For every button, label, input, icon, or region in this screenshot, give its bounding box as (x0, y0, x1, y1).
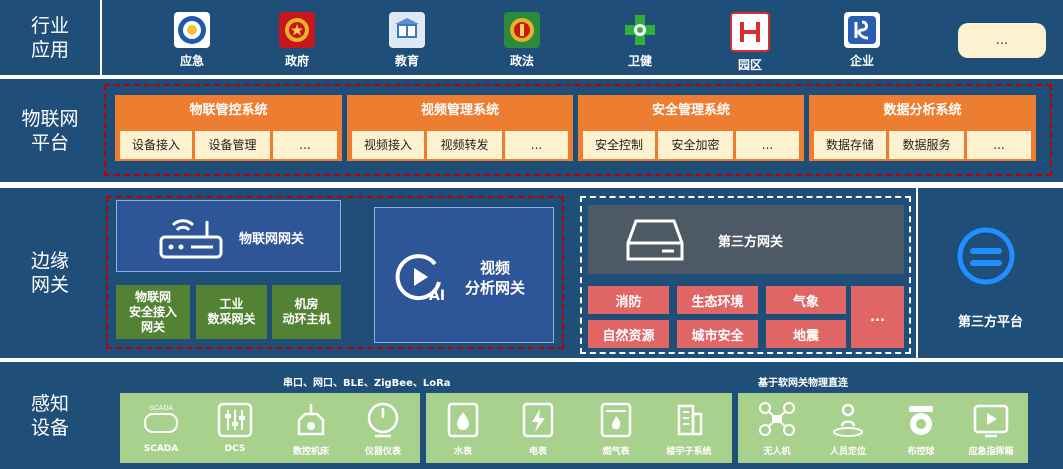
third-item-weather[interactable]: 气象 (766, 286, 846, 314)
command-box-icon (973, 404, 1009, 438)
drone-icon (759, 402, 795, 436)
ai-text: AI (429, 288, 446, 304)
water-meter-icon (447, 402, 479, 438)
sector-education[interactable]: 教育 (385, 12, 429, 69)
enterprise-logo-icon (844, 12, 880, 48)
electric-meter-icon (522, 402, 554, 438)
sector-park[interactable]: 园区 (728, 12, 772, 73)
sector-emergency[interactable]: 应急 (170, 12, 214, 69)
system-iot-control: 物联管控系统 设备接入 设备管理 ... (115, 95, 342, 161)
third-item-city-safety[interactable]: 城市安全 (677, 320, 758, 348)
national-emblem-icon (279, 12, 315, 48)
device-water-meter[interactable]: 水表 (430, 400, 496, 457)
emergency-emblem-icon (174, 12, 210, 48)
device-cnc[interactable]: 数控机床 (278, 400, 344, 457)
scada-small-text: SCADA (149, 405, 173, 412)
machine-room-host[interactable]: 机房 动环主机 (272, 285, 341, 339)
dcs-sliders-icon (217, 402, 253, 438)
gas-meter-icon (600, 402, 632, 438)
education-book-icon (389, 12, 425, 48)
chip-more[interactable]: ... (967, 131, 1031, 159)
device-dome-camera[interactable]: 布控球 (888, 400, 954, 457)
sector-law[interactable]: 政法 (500, 12, 544, 69)
device-scada[interactable]: SCADA SCADA (128, 400, 194, 454)
system-video: 视频管理系统 视频接入 视频转发 ... (347, 95, 573, 161)
video-analysis-gateway[interactable]: AI 视频 分析网关 (374, 207, 554, 343)
person-location-icon (833, 403, 863, 437)
third-item-earthquake[interactable]: 地震 (766, 320, 846, 348)
health-cross-icon (622, 12, 658, 48)
third-item-natural-resources[interactable]: 自然资源 (588, 320, 669, 348)
law-emblem-icon (504, 12, 540, 48)
chip[interactable]: 视频转发 (427, 131, 502, 159)
device-dcs[interactable]: DCS (202, 400, 268, 454)
gauge-icon (367, 402, 399, 438)
chip-more[interactable]: ... (505, 131, 568, 159)
third-item-fire[interactable]: 消防 (588, 286, 669, 314)
sensing-label: 感知 设备 (30, 392, 69, 439)
device-gas-meter[interactable]: 燃气表 (583, 400, 649, 457)
iot-gateway-box[interactable]: 物联网网关 (116, 200, 341, 272)
sector-enterprise[interactable]: 企业 (840, 12, 884, 69)
edge-label: 边缘 网关 (30, 250, 69, 296)
dome-camera-icon (909, 406, 933, 435)
chip-more[interactable]: ... (736, 131, 799, 159)
chip[interactable]: 数据服务 (889, 131, 964, 159)
cnc-machine-icon (297, 404, 325, 436)
industry-divider (100, 0, 102, 75)
device-drone[interactable]: 无人机 (744, 400, 810, 457)
industrial-collector-gateway[interactable]: 工业 数采网关 (196, 285, 267, 339)
device-electric-meter[interactable]: 电表 (505, 400, 571, 457)
device-building-subsystem[interactable]: 楼宇子系统 (656, 400, 722, 457)
third-party-platform[interactable]: 第三方平台 (918, 188, 1063, 358)
chip[interactable]: 安全加密 (658, 131, 733, 159)
building-icon (677, 404, 703, 436)
third-party-gateway-label: 第三方网关 (718, 235, 784, 250)
industry-more-button[interactable]: ... (958, 23, 1046, 58)
video-analysis-label: 视频 分析网关 (464, 259, 525, 297)
router-icon (159, 219, 223, 259)
chip[interactable]: 数据存储 (814, 131, 886, 159)
chip-more[interactable]: ... (273, 131, 337, 159)
sector-government[interactable]: 政府 (275, 12, 319, 69)
third-item-more[interactable]: ... (851, 286, 904, 348)
sensing-right-note: 基于软网关物理直连 (758, 378, 848, 389)
chip[interactable]: 安全控制 (583, 131, 655, 159)
system-security: 安全管理系统 安全控制 安全加密 ... (578, 95, 804, 161)
sensing-left-note: 串口、网口、BLE、ZigBee、LoRa (283, 378, 451, 389)
third-item-ecology[interactable]: 生态环境 (677, 286, 758, 314)
iot-gateway-label: 物联网网关 (239, 232, 305, 247)
sector-health[interactable]: 卫健 (618, 12, 662, 69)
gateway-device-icon (626, 219, 684, 261)
chip[interactable]: 设备接入 (120, 131, 192, 159)
third-party-gateway[interactable]: 第三方网关 (588, 205, 904, 274)
device-instrument[interactable]: 仪器仪表 (350, 400, 416, 457)
chip[interactable]: 设备管理 (195, 131, 270, 159)
chip[interactable]: 视频接入 (352, 131, 424, 159)
third-party-platform-label: 第三方平台 (957, 315, 1023, 330)
secure-access-gateway[interactable]: 物联网 安全接入 网关 (116, 285, 190, 339)
system-data-analysis: 数据分析系统 数据存储 数据服务 ... (809, 95, 1036, 161)
park-logo-icon (730, 12, 770, 52)
industry-label: 行业 应用 (30, 14, 69, 61)
device-person-location[interactable]: 人员定位 (815, 400, 881, 457)
scada-icon: SCADA (144, 405, 178, 433)
device-command-box[interactable]: 应急指挥箱 (958, 400, 1024, 457)
cloud-icon (957, 227, 1015, 285)
platform-label: 物联网 平台 (21, 107, 79, 154)
